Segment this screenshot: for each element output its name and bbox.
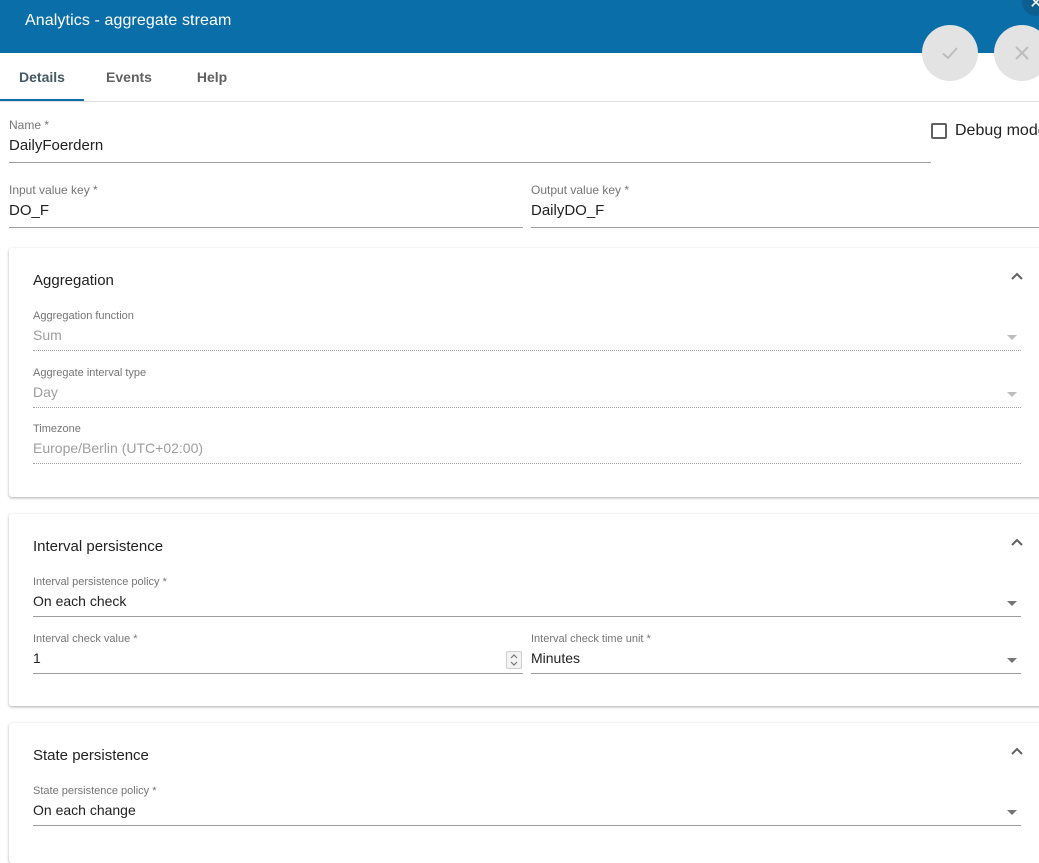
interval-check-time-unit-underline bbox=[531, 673, 1021, 674]
tab-help[interactable]: Help bbox=[180, 53, 244, 101]
timezone-field: Timezone Europe/Berlin (UTC+02:00) bbox=[33, 423, 1021, 465]
aggregation-function-label: Aggregation function bbox=[33, 310, 134, 322]
aggregation-title: Aggregation bbox=[33, 272, 114, 289]
name-underline bbox=[9, 162, 931, 163]
number-stepper[interactable] bbox=[506, 651, 522, 669]
dropdown-arrow-icon[interactable] bbox=[1007, 810, 1017, 815]
interval-persistence-policy-label: Interval persistence policy * bbox=[33, 576, 167, 588]
aggregate-interval-type-label: Aggregate interval type bbox=[33, 367, 147, 379]
name-input[interactable]: DailyFoerdern bbox=[9, 137, 931, 154]
input-value-key-label: Input value key * bbox=[9, 183, 98, 197]
interval-persistence-card: Interval persistence Interval persistenc… bbox=[9, 514, 1039, 706]
close-icon[interactable]: ✕ bbox=[1022, 0, 1039, 16]
interval-check-time-unit-value[interactable]: Minutes bbox=[531, 650, 1021, 666]
aggregate-interval-type-underline bbox=[33, 407, 1021, 408]
aggregation-function-underline bbox=[33, 350, 1021, 351]
aggregate-interval-type-value: Day bbox=[33, 384, 58, 400]
state-persistence-card: State persistence State persistence poli… bbox=[9, 723, 1039, 863]
aggregate-interval-type-select: Aggregate interval type Day bbox=[33, 367, 1021, 409]
input-key-underline bbox=[9, 227, 523, 228]
state-persistence-policy-value[interactable]: On each change bbox=[33, 802, 1021, 818]
input-value-key-input[interactable]: DO_F bbox=[9, 202, 523, 219]
interval-check-time-unit-label: Interval check time unit * bbox=[531, 633, 651, 645]
state-persistence-policy-underline bbox=[33, 825, 1021, 826]
checkbox-icon[interactable] bbox=[931, 123, 947, 139]
active-tab-indicator bbox=[0, 99, 84, 101]
dropdown-arrow-icon bbox=[1007, 335, 1017, 340]
interval-check-value-field[interactable]: Interval check value * 1 bbox=[33, 633, 523, 674]
dropdown-arrow-icon bbox=[1007, 392, 1017, 397]
name-label: Name * bbox=[9, 118, 50, 132]
timezone-underline bbox=[33, 463, 1021, 464]
debug-mode-label: Debug mode bbox=[955, 122, 1039, 139]
state-persistence-title: State persistence bbox=[33, 747, 149, 764]
interval-persistence-title: Interval persistence bbox=[33, 538, 164, 555]
output-value-key-label: Output value key * bbox=[531, 183, 630, 197]
chevron-up-icon[interactable] bbox=[1011, 272, 1023, 282]
chevron-up-icon[interactable] bbox=[1011, 538, 1023, 548]
name-field[interactable]: Name * DailyFoerdern bbox=[9, 118, 931, 163]
output-value-key-field[interactable]: Output value key * DailyDO_F bbox=[531, 183, 1039, 228]
state-persistence-policy-label: State persistence policy * bbox=[33, 785, 157, 797]
timezone-value: Europe/Berlin (UTC+02:00) bbox=[33, 440, 204, 456]
input-value-key-field[interactable]: Input value key * DO_F bbox=[9, 183, 523, 228]
tab-details[interactable]: Details bbox=[0, 53, 84, 101]
aggregation-function-select: Aggregation function Sum bbox=[33, 310, 1021, 352]
interval-persistence-policy-select[interactable]: Interval persistence policy * On each ch… bbox=[33, 576, 1021, 617]
tab-events[interactable]: Events bbox=[92, 53, 166, 101]
interval-check-value-underline bbox=[33, 673, 523, 674]
output-value-key-input[interactable]: DailyDO_F bbox=[531, 202, 1039, 219]
dropdown-arrow-icon[interactable] bbox=[1007, 658, 1017, 663]
tab-bar: Details Events Help bbox=[0, 53, 1039, 102]
aggregation-card: Aggregation Aggregation function Sum Agg… bbox=[9, 248, 1039, 497]
interval-check-value-input[interactable]: 1 bbox=[33, 650, 523, 666]
aggregation-function-value: Sum bbox=[33, 327, 62, 343]
interval-persistence-policy-value[interactable]: On each check bbox=[33, 593, 1021, 609]
interval-check-time-unit-select[interactable]: Interval check time unit * Minutes bbox=[531, 633, 1021, 674]
interval-check-value-label: Interval check value * bbox=[33, 633, 138, 645]
output-key-underline bbox=[531, 227, 1039, 228]
dialog-header: Analytics - aggregate stream ✕ bbox=[0, 0, 1039, 53]
interval-persistence-policy-underline bbox=[33, 616, 1021, 617]
dialog-title: Analytics - aggregate stream bbox=[25, 12, 232, 29]
chevron-up-icon[interactable] bbox=[1011, 747, 1023, 757]
timezone-label: Timezone bbox=[33, 423, 81, 435]
stepper-arrows-icon[interactable] bbox=[507, 652, 521, 668]
dropdown-arrow-icon[interactable] bbox=[1007, 601, 1017, 606]
state-persistence-policy-select[interactable]: State persistence policy * On each chang… bbox=[33, 785, 1021, 826]
